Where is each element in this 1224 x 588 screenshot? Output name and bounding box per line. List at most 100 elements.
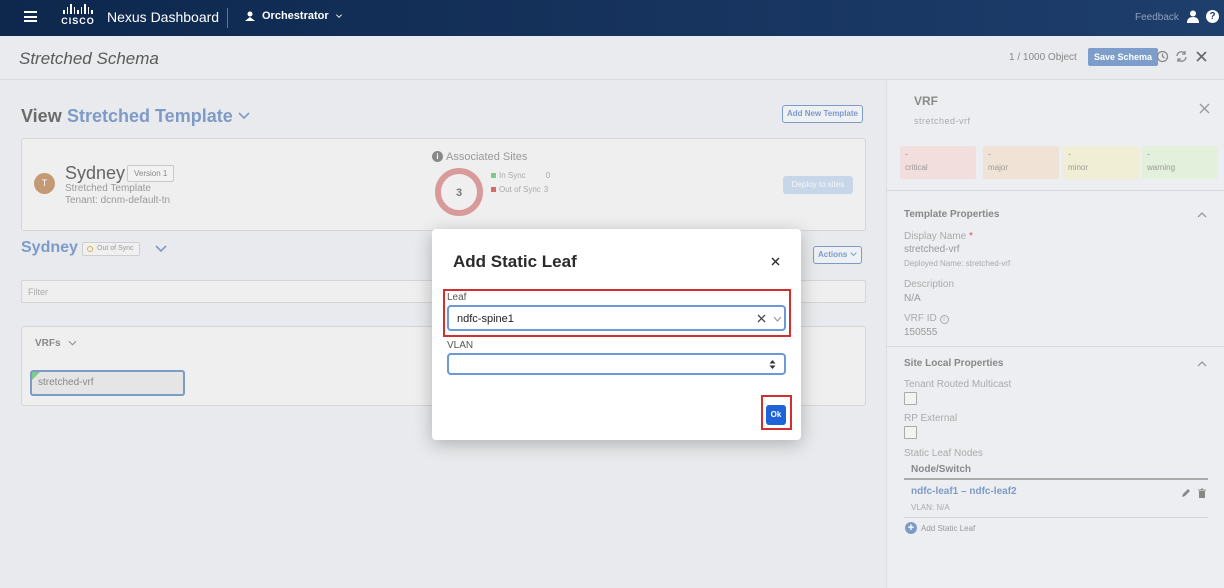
deploy-to-sites-button[interactable]: Deploy to sites (783, 176, 853, 194)
refresh-icon[interactable] (1175, 50, 1188, 63)
actions-button[interactable]: Actions (813, 246, 862, 264)
chevron-up-icon[interactable] (1197, 360, 1207, 368)
site-template: Stretched Template (65, 183, 151, 194)
deployed-name: Deployed Name: stretched-vrf (904, 259, 1011, 268)
vlan-input[interactable] (447, 353, 786, 375)
associated-sites-count: 3 (456, 187, 462, 199)
schema-header: Stretched Schema 1 / 1000 Object Save Sc… (0, 36, 1224, 80)
row-divider (904, 517, 1208, 518)
vlan-label: VLAN (447, 340, 474, 351)
in-sync-marker (491, 173, 496, 178)
save-schema-button[interactable]: Save Schema (1088, 48, 1159, 66)
out-of-sync-value: 3 (543, 185, 549, 194)
status-corner (32, 372, 40, 380)
site-section-title: Sydney (21, 239, 78, 256)
vrf-chip[interactable]: stretched-vrf (30, 370, 185, 396)
vrf-id-label: VRF ID i (904, 313, 949, 324)
dialog-title: Add Static Leaf (453, 252, 577, 271)
version-badge: Version 1 (127, 165, 175, 182)
out-of-sync-marker (491, 187, 496, 192)
vrfs-label: VRFs (35, 338, 61, 349)
vrf-chip-label: stretched-vrf (38, 377, 94, 388)
panel-subtitle: stretched-vrf (914, 116, 971, 126)
warning-icon (87, 246, 93, 252)
display-name-value: stretched-vrf (904, 244, 960, 255)
in-sync-legend: In Sync 0 (491, 171, 550, 180)
chevron-down-icon[interactable] (155, 244, 167, 254)
leaf-select[interactable]: ndfc-spine1 (447, 305, 786, 331)
chevron-up-icon[interactable] (1197, 211, 1207, 219)
site-avatar: T (34, 173, 55, 194)
close-icon[interactable] (771, 257, 780, 266)
template-selector[interactable]: Stretched Template (67, 106, 233, 127)
section-divider (887, 346, 1224, 347)
description-label: Description (904, 279, 955, 290)
description-value: N/A (904, 293, 921, 304)
template-properties-heading[interactable]: Template Properties (904, 209, 999, 220)
chevron-down-icon[interactable] (238, 111, 250, 121)
edit-icon[interactable] (1181, 488, 1191, 498)
static-leaf-vlan: VLAN: N/A (911, 503, 950, 512)
add-new-template-button[interactable]: Add New Template (782, 105, 863, 123)
product-name: Nexus Dashboard (107, 9, 220, 25)
clear-icon[interactable] (757, 314, 766, 323)
actions-label: Actions (818, 250, 848, 259)
chevron-down-icon (335, 14, 342, 18)
sync-status-label: Out of Sync (97, 245, 134, 252)
cisco-logo: CISCO (60, 4, 96, 30)
ok-button[interactable]: Ok (766, 405, 786, 425)
trm-label: Tenant Routed Multicast (904, 379, 1012, 390)
chevron-down-icon (849, 252, 857, 257)
info-icon: i (939, 315, 949, 324)
display-name-label: Display Name * (904, 231, 973, 242)
trm-checkbox[interactable] (904, 392, 917, 405)
info-icon: i (432, 151, 443, 162)
node-switch-header: Node/Switch (904, 460, 1208, 480)
required-marker: * (969, 231, 973, 242)
site-local-properties-heading[interactable]: Site Local Properties (904, 358, 1003, 369)
rp-external-checkbox[interactable] (904, 426, 917, 439)
sync-status-badge: Out of Sync (82, 242, 140, 256)
leaf-select-value: ndfc-spine1 (457, 313, 514, 325)
hamburger-menu-icon[interactable] (24, 11, 37, 22)
chevron-down-icon[interactable] (773, 316, 782, 322)
vrf-id-value: 150555 (904, 327, 938, 338)
stepper-arrows-icon[interactable] (769, 359, 776, 370)
divider (227, 8, 228, 28)
trash-icon[interactable] (1197, 488, 1207, 498)
add-icon[interactable]: + (905, 522, 917, 534)
help-icon[interactable]: ? (1206, 10, 1219, 23)
user-icon[interactable] (1187, 10, 1199, 23)
leaf-label: Leaf (447, 292, 467, 303)
chevron-down-icon[interactable] (68, 339, 77, 347)
site-name: Sydney (65, 163, 126, 183)
severity-major: - major (983, 146, 1059, 179)
orchestrator-icon (245, 11, 255, 21)
out-of-sync-legend: Out of Sync 3 (491, 185, 548, 194)
associated-sites-title: Associated Sites (446, 151, 528, 163)
static-leaf-nodes-label: Static Leaf Nodes (904, 448, 983, 459)
object-count: 1 / 1000 Object (1009, 52, 1077, 63)
associated-sites-donut: 3 (435, 168, 483, 216)
severity-minor: - minor (1063, 146, 1139, 179)
add-static-leaf-link[interactable]: Add Static Leaf (921, 524, 975, 533)
in-sync-label: In Sync (499, 171, 526, 180)
in-sync-value: 0 (545, 171, 551, 180)
schema-title: Stretched Schema (19, 49, 159, 68)
static-leaf-row: ndfc-leaf1 – ndfc-leaf2 (911, 486, 1017, 497)
history-icon[interactable] (1156, 50, 1169, 63)
close-icon[interactable] (1195, 50, 1208, 63)
section-divider (887, 190, 1224, 191)
app-switcher-label: Orchestrator (262, 10, 329, 22)
feedback-link[interactable]: Feedback (1135, 12, 1179, 23)
rp-external-label: RP External (904, 413, 958, 424)
close-icon[interactable] (1199, 103, 1210, 114)
app-switcher[interactable]: Orchestrator (244, 10, 343, 22)
out-of-sync-label: Out of Sync (499, 185, 541, 194)
panel-title: VRF (914, 94, 938, 108)
top-navigation-bar: CISCO Nexus Dashboard Orchestrator Feedb… (0, 0, 1224, 36)
severity-critical: - critical (900, 146, 976, 179)
severity-warning: - warning (1142, 146, 1218, 179)
site-tenant: Tenant: dcnm-default-tn (65, 195, 171, 206)
view-label: View (21, 106, 62, 126)
